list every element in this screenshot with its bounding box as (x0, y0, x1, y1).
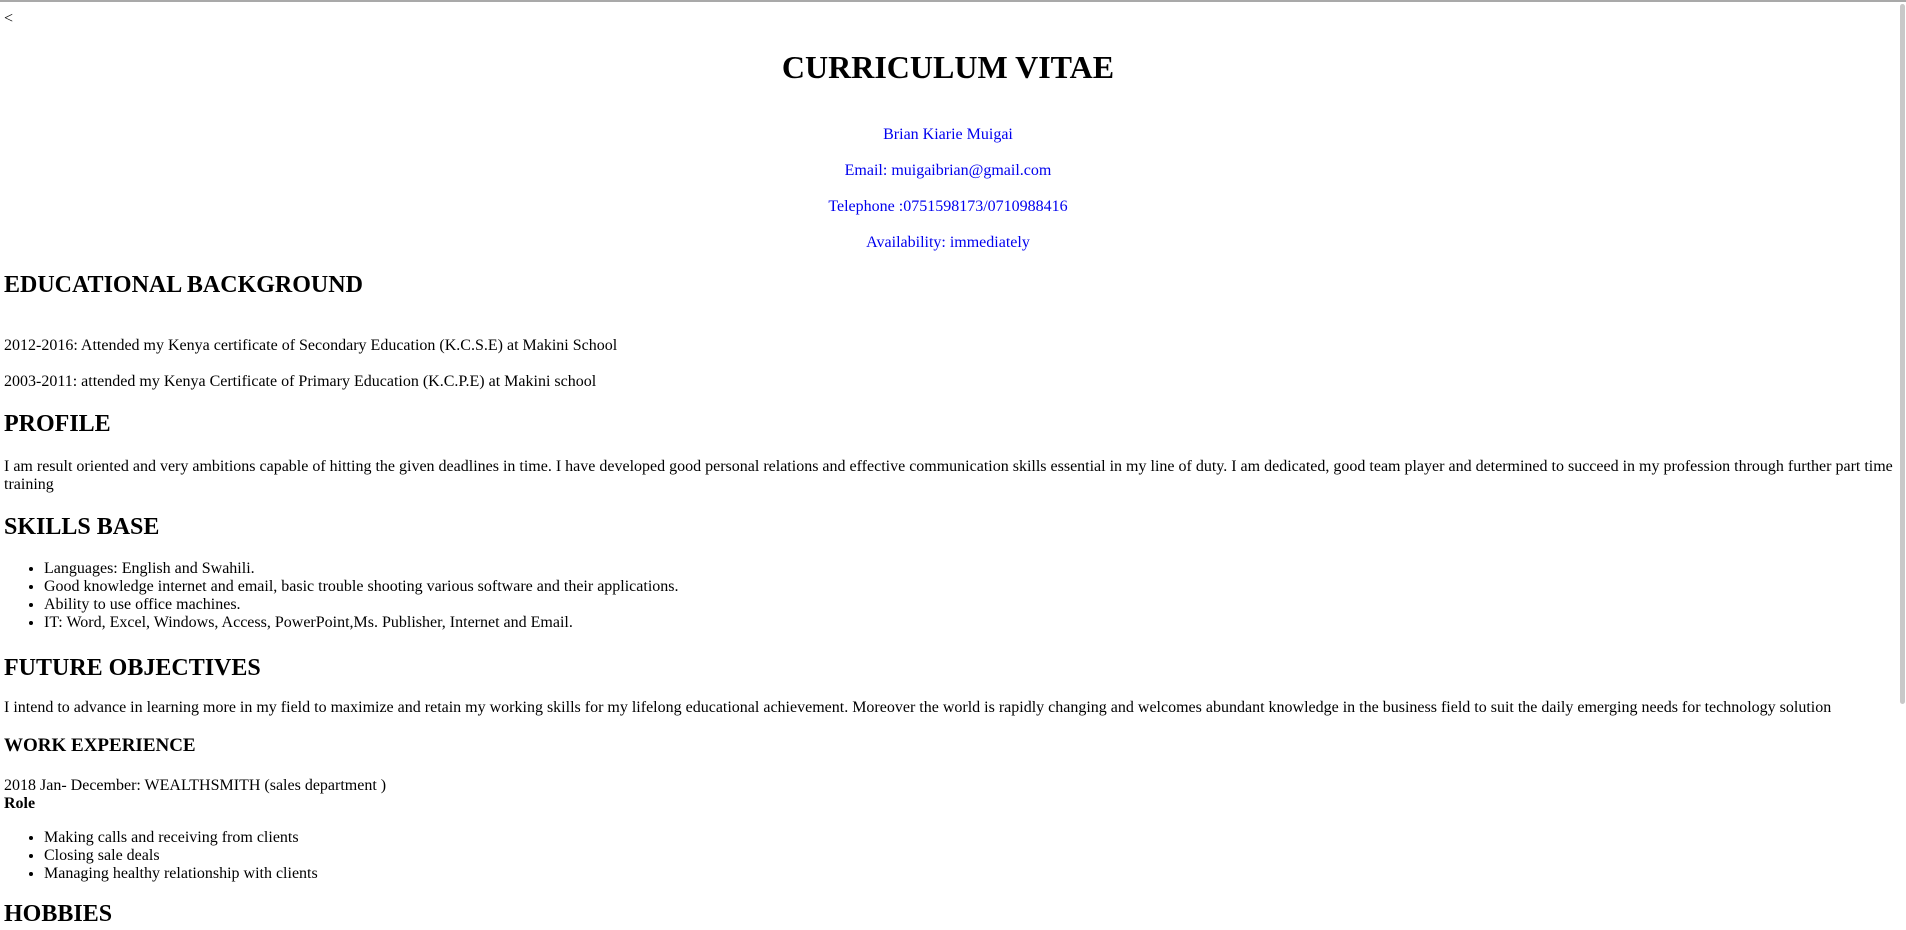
list-item: Making calls and receiving from clients (44, 829, 318, 847)
education-heading: EDUCATIONAL BACKGROUND (4, 272, 363, 298)
window-top-border (0, 0, 1906, 2)
profile-heading: PROFILE (4, 411, 111, 437)
contact-email: Email: muigaibrian@gmail.com (844, 162, 1052, 179)
list-item: Ability to use office machines. (44, 596, 679, 614)
vertical-scrollbar[interactable] (1899, 2, 1906, 930)
skills-heading: SKILLS BASE (4, 514, 160, 540)
list-item: Languages: English and Swahili. (44, 560, 679, 578)
profile-text: I am result oriented and very ambitions … (4, 458, 1893, 493)
list-item: Closing sale deals (44, 847, 318, 865)
work-entry: 2018 Jan- December: WEALTHSMITH (sales d… (4, 777, 387, 794)
list-item: Managing healthy relationship with clien… (44, 865, 318, 883)
contact-availability: Availability: immediately (866, 234, 1030, 251)
education-item-primary: 2003-2011: attended my Kenya Certificate… (4, 373, 597, 390)
list-item: IT: Word, Excel, Windows, Access, PowerP… (44, 614, 679, 632)
scrollbar-thumb[interactable] (1900, 4, 1905, 704)
contact-telephone: Telephone :0751598173/0710988416 (828, 198, 1068, 215)
objectives-text: I intend to advance in learning more in … (4, 699, 1832, 716)
hobbies-heading: HOBBIES (4, 901, 113, 927)
objectives-heading: FUTURE OBJECTIVES (4, 655, 261, 681)
education-item-secondary: 2012-2016: Attended my Kenya certificate… (4, 337, 618, 354)
list-item: Good knowledge internet and email, basic… (44, 578, 679, 596)
contact-name: Brian Kiarie Muigai (883, 126, 1013, 143)
page-title: CURRICULUM VITAE (781, 49, 1115, 85)
work-role-label: Role (4, 795, 36, 812)
work-role-list: Making calls and receiving from clients … (4, 829, 318, 883)
work-heading: WORK EXPERIENCE (4, 735, 196, 756)
back-link[interactable]: < (4, 10, 13, 28)
skills-list: Languages: English and Swahili. Good kno… (4, 560, 679, 632)
